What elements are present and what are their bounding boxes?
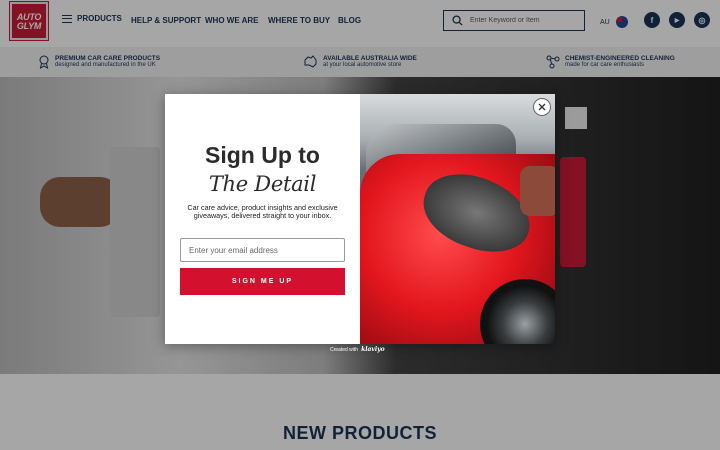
modal-form-panel: Sign Up to The Detail Car care advice, p… <box>165 94 360 344</box>
arm-shape <box>520 166 555 216</box>
klaviyo-logo: klaviyo <box>361 346 385 353</box>
signup-modal: Sign Up to The Detail Car care advice, p… <box>165 94 555 344</box>
sign-me-up-button[interactable]: SIGN ME UP <box>180 268 345 295</box>
credit-prefix: Created with <box>330 346 359 353</box>
modal-car-image <box>360 94 555 344</box>
modal-title: Sign Up to <box>205 142 320 168</box>
klaviyo-credit[interactable]: Created with klaviyo <box>330 346 385 353</box>
modal-description: Car care advice, product insights and ex… <box>187 203 338 220</box>
modal-subtitle: The Detail <box>208 172 317 196</box>
close-icon <box>538 103 546 111</box>
close-button[interactable] <box>533 98 551 116</box>
email-field[interactable] <box>180 238 345 262</box>
